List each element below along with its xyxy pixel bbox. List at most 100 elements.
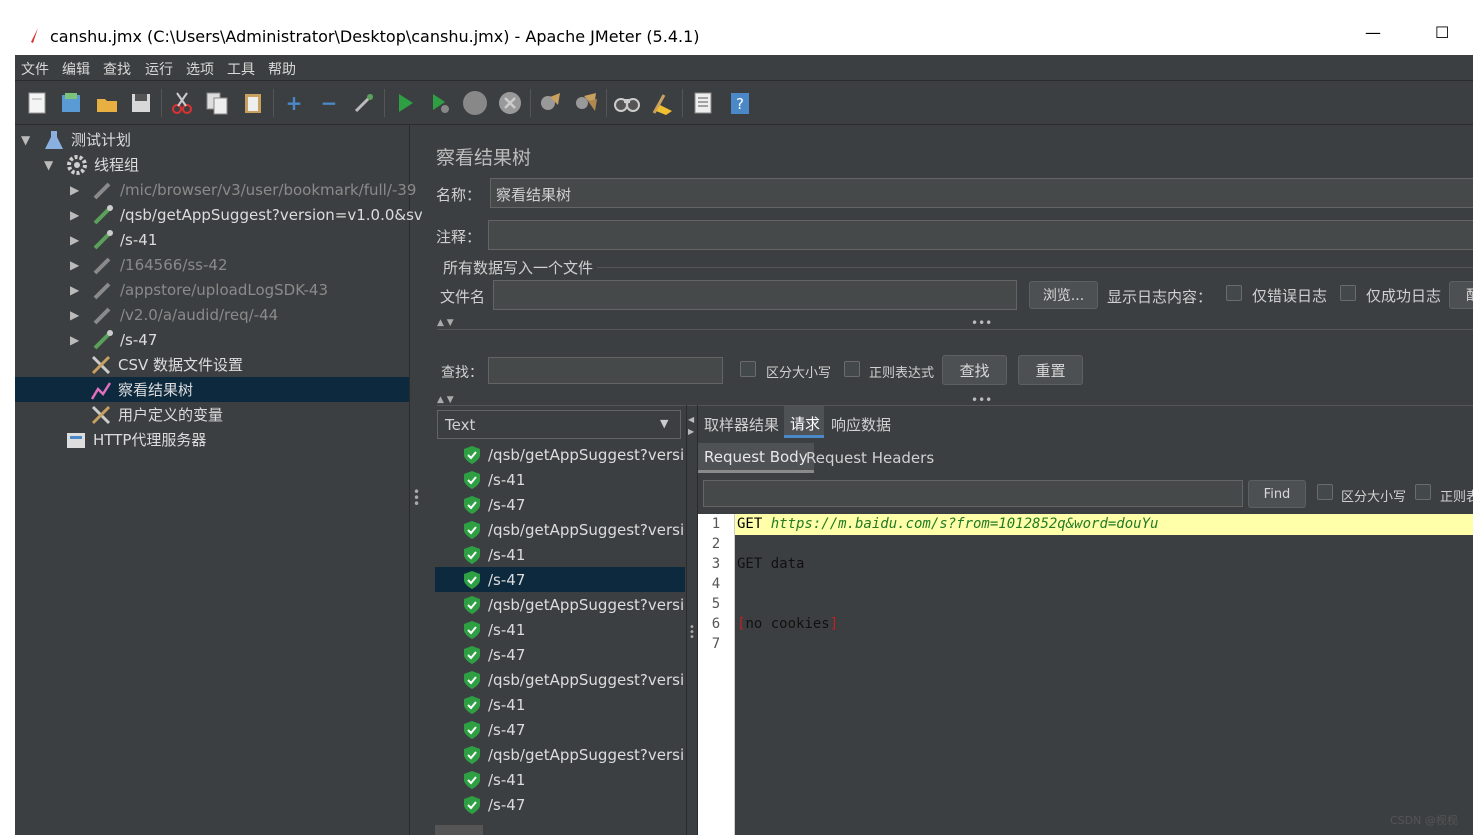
find-regex-checkbox[interactable] <box>1415 484 1431 500</box>
collapse-arrows-icon[interactable]: ▲ ▼ <box>437 318 454 328</box>
chevron-right-icon[interactable]: ▶ <box>70 333 84 347</box>
result-item[interactable]: /qsb/getAppSuggest?version= <box>435 517 685 542</box>
browse-button[interactable]: 浏览... <box>1029 281 1098 309</box>
result-item[interactable]: /qsb/getAppSuggest?version= <box>435 742 685 767</box>
copy-icon[interactable] <box>203 89 231 117</box>
code-line-3: GET data <box>737 556 805 572</box>
tree-node-user-vars[interactable]: 用户定义的变量 <box>90 402 223 427</box>
collapse-arrows-icon[interactable]: ▲ ▼ <box>437 395 454 405</box>
tree-node-csv[interactable]: CSV 数据文件设置 <box>90 352 243 377</box>
comment-input[interactable] <box>488 220 1473 250</box>
tab-request-headers[interactable]: Request Headers <box>806 449 934 467</box>
menu-search[interactable]: 查找 <box>103 59 131 79</box>
search-label: 查找： <box>441 365 483 381</box>
collapse-icon[interactable]: − <box>315 89 343 117</box>
search-input[interactable] <box>488 357 723 384</box>
splitter-arrows-icon[interactable]: ◀ ▶ <box>688 414 694 438</box>
chevron-right-icon[interactable]: ▶ <box>70 308 84 322</box>
stop-icon[interactable] <box>461 89 489 117</box>
result-item[interactable]: /s-41 <box>435 542 685 567</box>
tree-node-thread-group[interactable]: ▼ 线程组 <box>44 152 139 177</box>
result-item[interactable]: /s-47 <box>435 642 685 667</box>
result-item[interactable]: /qsb/getAppSuggest?version= <box>435 592 685 617</box>
result-item[interactable]: /s-47 <box>435 492 685 517</box>
menu-help[interactable]: 帮助 <box>268 59 296 79</box>
chevron-down-icon[interactable]: ▼ <box>21 133 35 147</box>
find-input[interactable] <box>703 480 1243 507</box>
renderer-select[interactable]: Text ▼ <box>437 410 681 439</box>
request-body-editor[interactable]: 1 2 3 4 5 6 7 GET https://m.baidu.com/s?… <box>698 514 1473 835</box>
tree-node-sampler[interactable]: ▶ /s-41 <box>70 227 157 252</box>
cut-icon[interactable] <box>168 89 196 117</box>
start-no-pause-icon[interactable] <box>426 89 454 117</box>
result-item[interactable]: /s-41 <box>435 767 685 792</box>
tab-request-body[interactable]: Request Body <box>698 443 814 473</box>
tree-node-listener[interactable]: 察看结果树 <box>15 377 409 402</box>
reset-search-icon[interactable] <box>648 89 676 117</box>
result-item[interactable]: /s-41 <box>435 692 685 717</box>
clear-all-icon[interactable] <box>572 89 600 117</box>
help-icon[interactable]: ? <box>726 89 754 117</box>
find-button[interactable]: Find <box>1248 480 1306 508</box>
result-item[interactable]: /qsb/getAppSuggest?version= <box>435 667 685 692</box>
tree-node-sampler[interactable]: ▶ /mic/browser/v3/user/bookmark/full/-39 <box>70 177 416 202</box>
result-item-selected[interactable]: /s-47 <box>435 567 685 592</box>
menu-options[interactable]: 选项 <box>186 59 214 79</box>
toolbar: + − ? <box>15 81 1473 125</box>
result-item[interactable]: /qsb/getAppSuggest?version= <box>435 442 685 467</box>
tab-request[interactable]: 请求 <box>784 406 824 438</box>
result-item[interactable]: /s-47 <box>435 792 685 817</box>
paste-icon[interactable] <box>239 89 267 117</box>
tree-node-sampler[interactable]: ▶ /qsb/getAppSuggest?version=v1.0.0&sv=V… <box>70 202 455 227</box>
tab-response-data[interactable]: 响应数据 <box>831 414 891 435</box>
menu-run[interactable]: 运行 <box>145 59 173 79</box>
save-icon[interactable] <box>127 89 155 117</box>
chevron-right-icon[interactable]: ▶ <box>70 258 84 272</box>
expand-icon[interactable]: + <box>280 89 308 117</box>
splitter-handle[interactable]: • • • <box>413 486 420 510</box>
search-icon[interactable] <box>613 89 641 117</box>
chevron-down-icon[interactable]: ▼ <box>44 158 58 172</box>
chevron-right-icon[interactable]: ▶ <box>70 233 84 247</box>
start-icon[interactable] <box>391 89 419 117</box>
result-item[interactable]: /s-47 <box>435 717 685 742</box>
drag-handle-icon[interactable]: ••• <box>971 316 992 330</box>
regex-checkbox[interactable] <box>844 361 860 377</box>
result-item[interactable]: /s-41 <box>435 467 685 492</box>
templates-icon[interactable] <box>57 89 85 117</box>
name-input[interactable]: 察看结果树 <box>490 178 1473 208</box>
new-icon[interactable] <box>23 89 51 117</box>
chevron-right-icon[interactable]: ▶ <box>70 183 84 197</box>
filename-input[interactable] <box>493 280 1017 310</box>
find-case-checkbox[interactable] <box>1317 484 1333 500</box>
result-item[interactable]: /s-41 <box>435 617 685 642</box>
tree-node-sampler[interactable]: ▶ /appstore/uploadLogSDK-43 <box>70 277 328 302</box>
function-helper-icon[interactable] <box>689 89 717 117</box>
splitter-handle[interactable]: • • • <box>689 623 695 643</box>
configure-button[interactable]: 配 <box>1449 281 1473 309</box>
chevron-right-icon[interactable]: ▶ <box>70 283 84 297</box>
results-splitter[interactable] <box>686 405 698 835</box>
search-button[interactable]: 查找 <box>942 355 1007 385</box>
case-sensitive-checkbox[interactable] <box>740 361 756 377</box>
tree-node-proxy[interactable]: HTTP代理服务器 <box>65 427 206 452</box>
maximize-button[interactable]: ☐ <box>1435 23 1449 42</box>
horizontal-scrollbar[interactable] <box>435 825 483 835</box>
tree-node-sampler[interactable]: ▶ /v2.0/a/audid/req/-44 <box>70 302 278 327</box>
success-only-checkbox[interactable] <box>1340 285 1356 301</box>
reset-button[interactable]: 重置 <box>1018 355 1083 385</box>
toggle-icon[interactable] <box>350 89 378 117</box>
errors-only-checkbox[interactable] <box>1226 285 1242 301</box>
clear-icon[interactable] <box>536 89 564 117</box>
menu-edit[interactable]: 编辑 <box>62 59 90 79</box>
menu-tools[interactable]: 工具 <box>227 59 255 79</box>
open-icon[interactable] <box>93 89 121 117</box>
menu-file[interactable]: 文件 <box>21 59 49 79</box>
tree-node-sampler[interactable]: ▶ /164566/ss-42 <box>70 252 228 277</box>
tree-node-test-plan[interactable]: ▼ 测试计划 <box>21 127 131 152</box>
shutdown-icon[interactable] <box>496 89 524 117</box>
tab-sampler-result[interactable]: 取样器结果 <box>704 414 779 435</box>
chevron-right-icon[interactable]: ▶ <box>70 208 84 222</box>
tree-node-sampler[interactable]: ▶ /s-47 <box>70 327 157 352</box>
minimize-button[interactable]: — <box>1365 23 1381 42</box>
